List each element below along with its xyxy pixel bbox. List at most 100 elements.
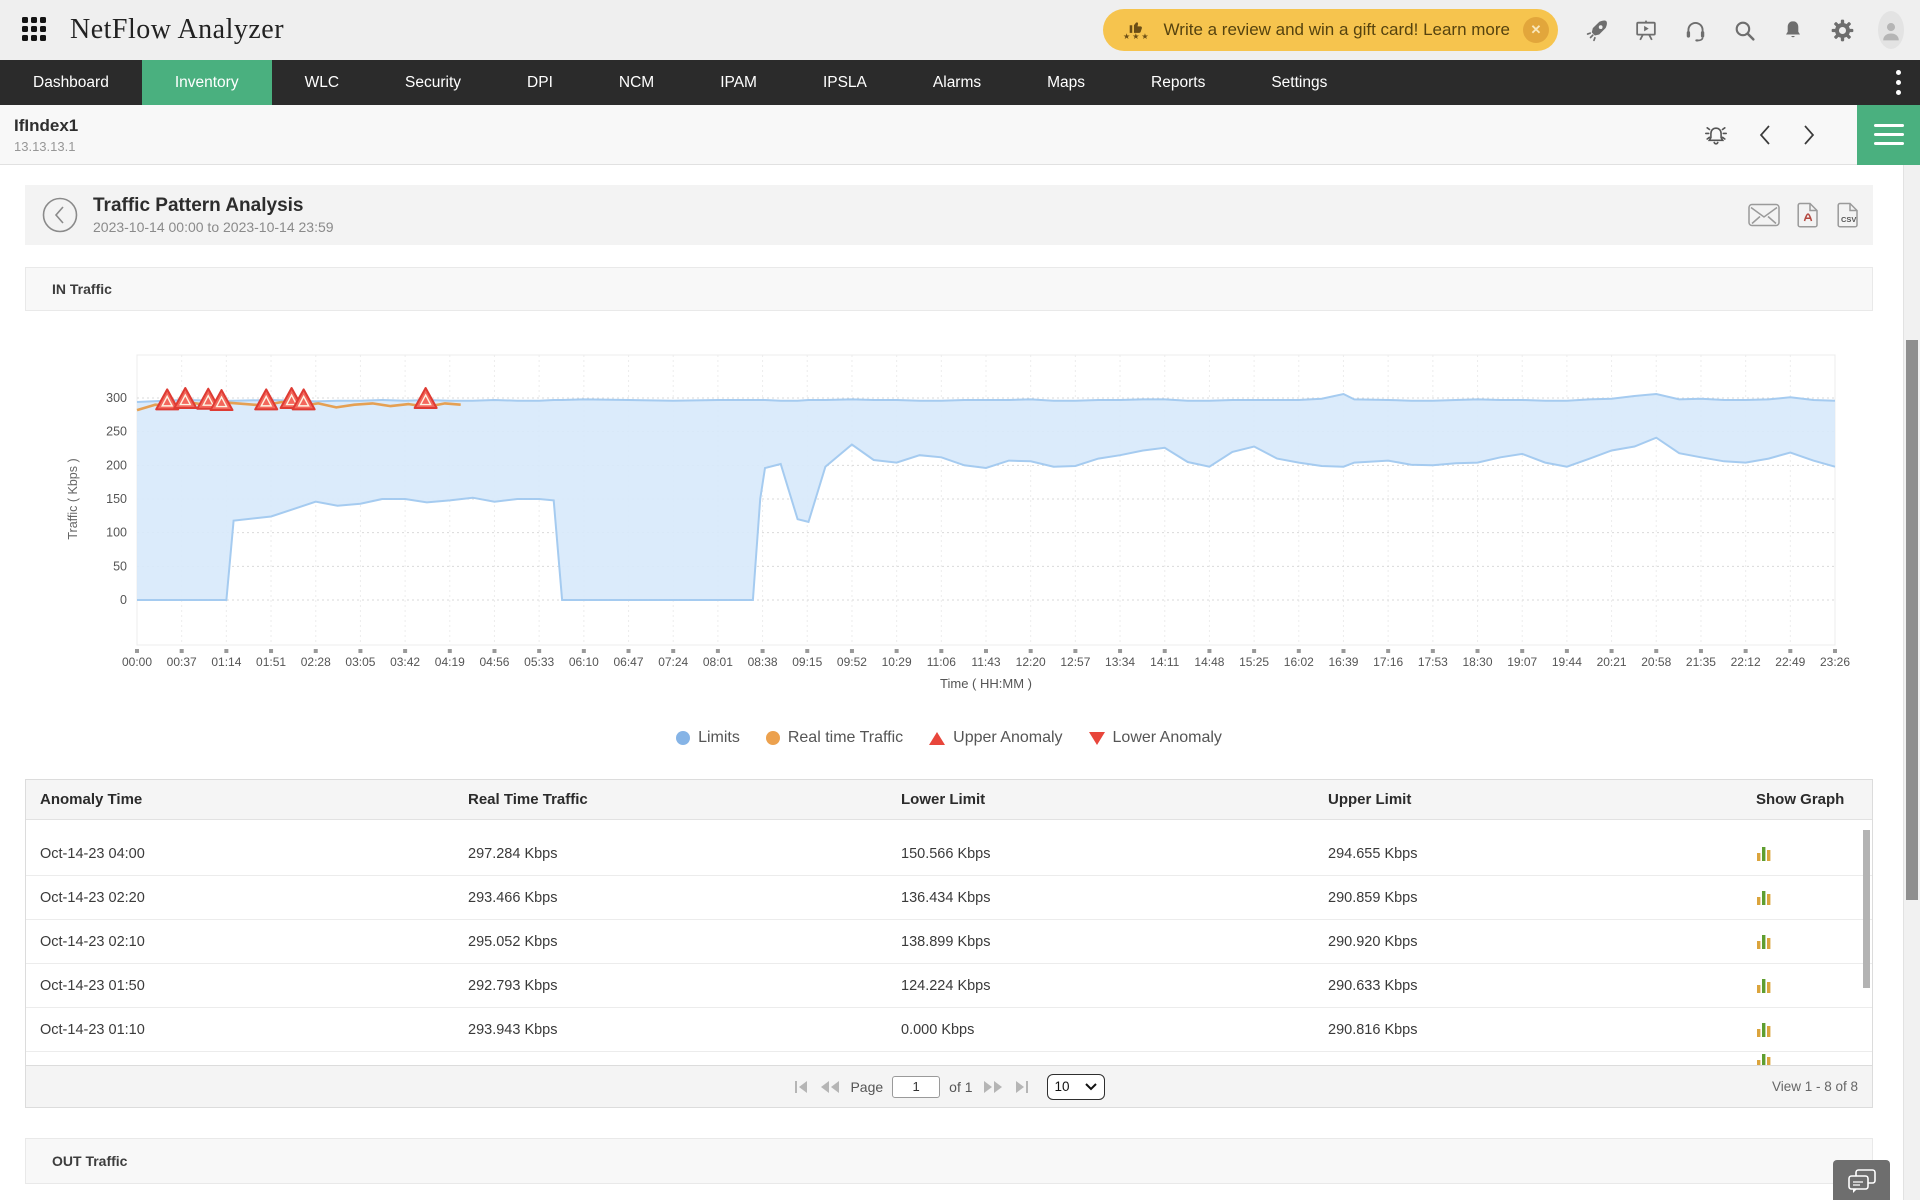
csv-export-icon[interactable]: CSV [1835, 201, 1861, 229]
nav-item-ipam[interactable]: IPAM [687, 60, 790, 105]
prev-interface-button[interactable] [1755, 122, 1775, 148]
svg-text:150: 150 [106, 492, 127, 506]
column-header: Anomaly Time [40, 791, 468, 808]
column-header: Real Time Traffic [468, 791, 901, 808]
svg-text:17:53: 17:53 [1418, 655, 1448, 669]
prev-page-button[interactable] [819, 1079, 841, 1095]
page-number-input[interactable] [892, 1076, 940, 1098]
nav-item-alarms[interactable]: Alarms [900, 60, 1014, 105]
table-cell: Oct-14-23 02:10 [40, 934, 468, 950]
nav-item-dpi[interactable]: DPI [494, 60, 586, 105]
table-cell: 294.655 Kbps [1328, 846, 1756, 862]
show-graph-icon[interactable] [1756, 845, 1872, 862]
svg-text:02:28: 02:28 [301, 655, 331, 669]
table-row: Oct-14-23 01:10293.943 Kbps0.000 Kbps290… [26, 1008, 1872, 1052]
legend-item[interactable]: Upper Anomaly [929, 729, 1062, 747]
svg-text:19:07: 19:07 [1507, 655, 1537, 669]
show-graph-icon[interactable] [1756, 889, 1872, 906]
bell-icon[interactable] [1780, 17, 1806, 43]
nav-item-settings[interactable]: Settings [1238, 60, 1360, 105]
gear-icon[interactable] [1829, 17, 1855, 43]
svg-text:20:21: 20:21 [1597, 655, 1627, 669]
page-label: Page [850, 1079, 883, 1095]
search-icon[interactable] [1731, 17, 1757, 43]
email-icon[interactable] [1747, 202, 1781, 228]
nav-item-inventory[interactable]: Inventory [142, 60, 272, 105]
legend-item[interactable]: Lower Anomaly [1089, 729, 1222, 747]
table-cell: 136.434 Kbps [901, 890, 1328, 906]
svg-text:06:10: 06:10 [569, 655, 599, 669]
svg-text:19:44: 19:44 [1552, 655, 1582, 669]
alarm-bell-icon[interactable] [1701, 121, 1731, 149]
table-cell: 290.816 Kbps [1328, 1022, 1756, 1038]
nav-item-security[interactable]: Security [372, 60, 494, 105]
nav-item-reports[interactable]: Reports [1118, 60, 1238, 105]
feedback-button[interactable] [1833, 1160, 1890, 1200]
show-graph-icon[interactable] [1756, 933, 1872, 950]
show-graph-icon[interactable] [1756, 1021, 1872, 1038]
table-cell: Oct-14-23 01:10 [40, 1022, 468, 1038]
interface-header: IfIndex1 13.13.13.1 [0, 105, 1920, 165]
chevron-down-icon [1085, 1083, 1097, 1091]
partial-table-row [26, 1052, 1872, 1065]
show-graph-icon[interactable] [1756, 1052, 1872, 1065]
svg-text:50: 50 [113, 559, 127, 573]
nav-item-maps[interactable]: Maps [1014, 60, 1118, 105]
banner-close-icon[interactable]: ✕ [1523, 17, 1549, 43]
legend-item[interactable]: Limits [676, 729, 740, 747]
page-size-select[interactable]: 10 [1047, 1074, 1105, 1100]
page-scrollbar[interactable] [1903, 165, 1920, 1200]
scrollbar-thumb[interactable] [1906, 340, 1918, 900]
table-cell: 138.899 Kbps [901, 934, 1328, 950]
svg-text:03:05: 03:05 [345, 655, 375, 669]
svg-text:01:14: 01:14 [211, 655, 241, 669]
svg-text:17:16: 17:16 [1373, 655, 1403, 669]
limits-marker [676, 731, 690, 745]
app-title: NetFlow Analyzer [70, 14, 284, 46]
export-icon-row: CSV [1747, 201, 1861, 229]
back-button[interactable] [41, 196, 79, 234]
column-header: Lower Limit [901, 791, 1328, 808]
next-interface-button[interactable] [1799, 122, 1819, 148]
svg-text:06:47: 06:47 [614, 655, 644, 669]
table-cell: 0.000 Kbps [901, 1022, 1328, 1038]
table-row: Oct-14-23 01:50292.793 Kbps124.224 Kbps2… [26, 964, 1872, 1008]
lower-anomaly-marker [1089, 732, 1105, 745]
legend-item[interactable]: Real time Traffic [766, 729, 903, 747]
table-cell: 295.052 Kbps [468, 934, 901, 950]
chat-bubbles-icon [1846, 1167, 1878, 1197]
interface-ip: 13.13.13.1 [14, 139, 78, 154]
svg-text:08:38: 08:38 [748, 655, 778, 669]
nav-overflow-kebab-icon[interactable] [1888, 60, 1908, 105]
svg-text:14:11: 14:11 [1150, 655, 1179, 669]
svg-text:13:34: 13:34 [1105, 655, 1135, 669]
show-graph-icon[interactable] [1756, 977, 1872, 994]
presentation-play-icon[interactable] [1633, 17, 1659, 43]
pdf-export-icon[interactable] [1795, 201, 1821, 229]
svg-text:12:57: 12:57 [1060, 655, 1090, 669]
svg-text:15:25: 15:25 [1239, 655, 1269, 669]
nav-item-dashboard[interactable]: Dashboard [0, 60, 142, 105]
svg-text:09:52: 09:52 [837, 655, 867, 669]
headset-icon[interactable] [1682, 17, 1708, 43]
first-page-button[interactable] [793, 1079, 810, 1095]
next-page-button[interactable] [982, 1079, 1004, 1095]
header-menu-button[interactable] [1857, 105, 1920, 165]
main-nav: DashboardInventoryWLCSecurityDPINCMIPAMI… [0, 60, 1920, 105]
rocket-icon[interactable] [1584, 17, 1610, 43]
svg-text:16:39: 16:39 [1328, 655, 1358, 669]
last-page-button[interactable] [1013, 1079, 1030, 1095]
user-avatar[interactable] [1878, 17, 1904, 43]
nav-item-ncm[interactable]: NCM [586, 60, 687, 105]
in-traffic-section-header: IN Traffic [25, 267, 1873, 311]
app-launcher-icon[interactable] [22, 17, 48, 43]
review-banner[interactable]: ★★★ Write a review and win a gift card! … [1103, 9, 1558, 51]
chart-legend: Limits Real time Traffic Upper Anomaly Lowe… [25, 729, 1873, 747]
svg-text:CSV: CSV [1841, 215, 1856, 224]
review-banner-text: Write a review and win a gift card! Lear… [1164, 20, 1510, 40]
nav-item-ipsla[interactable]: IPSLA [790, 60, 900, 105]
table-scrollbar-thumb[interactable] [1863, 830, 1870, 988]
svg-text:00:00: 00:00 [122, 655, 152, 669]
nav-item-wlc[interactable]: WLC [272, 60, 372, 105]
table-cell: Oct-14-23 02:20 [40, 890, 468, 906]
